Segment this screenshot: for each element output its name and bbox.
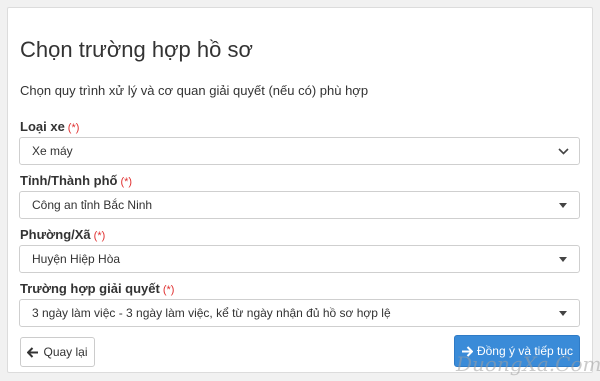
arrow-right-icon	[461, 345, 473, 357]
continue-button[interactable]: Đồng ý và tiếp tục	[454, 335, 580, 367]
vehicle-type-select[interactable]: Xe máy	[19, 137, 580, 165]
chevron-down-icon	[553, 141, 573, 161]
back-button[interactable]: Quay lại	[20, 337, 95, 367]
case-select[interactable]: 3 ngày làm việc - 3 ngày làm việc, kể từ…	[19, 299, 580, 327]
arrow-left-icon	[27, 346, 39, 358]
caret-down-icon	[559, 256, 567, 262]
page-subtitle: Chọn quy trình xử lý và cơ quan giải quy…	[20, 83, 369, 98]
province-value: Công an tỉnh Bắc Ninh	[32, 198, 153, 212]
case-value: 3 ngày làm việc - 3 ngày làm việc, kể từ…	[32, 306, 391, 320]
required-marker: (*)	[67, 122, 80, 134]
ward-select[interactable]: Huyện Hiệp Hòa	[19, 245, 580, 273]
vehicle-type-value: Xe máy	[32, 144, 73, 158]
case-label: Trường hợp giải quyết (*)	[20, 281, 174, 296]
back-button-label: Quay lại	[43, 345, 88, 359]
province-label: Tỉnh/Thành phố (*)	[20, 173, 132, 188]
vehicle-type-label-text: Loại xe	[20, 119, 65, 134]
required-marker: (*)	[120, 176, 133, 188]
province-select[interactable]: Công an tỉnh Bắc Ninh	[19, 191, 580, 219]
ward-value: Huyện Hiệp Hòa	[32, 252, 121, 266]
province-label-text: Tỉnh/Thành phố	[20, 173, 118, 188]
caret-down-icon	[559, 202, 567, 208]
ward-label-text: Phường/Xã	[20, 227, 91, 242]
ward-label: Phường/Xã (*)	[20, 227, 105, 242]
continue-button-label: Đồng ý và tiếp tục	[476, 344, 574, 358]
required-marker: (*)	[93, 230, 106, 242]
page-title: Chọn trường hợp hồ sơ	[20, 37, 253, 62]
case-selection-panel: Chọn trường hợp hồ sơ Chọn quy trình xử …	[7, 7, 593, 373]
required-marker: (*)	[162, 284, 175, 296]
caret-down-icon	[559, 310, 567, 316]
case-label-text: Trường hợp giải quyết	[20, 281, 160, 296]
vehicle-type-label: Loại xe (*)	[20, 119, 79, 134]
